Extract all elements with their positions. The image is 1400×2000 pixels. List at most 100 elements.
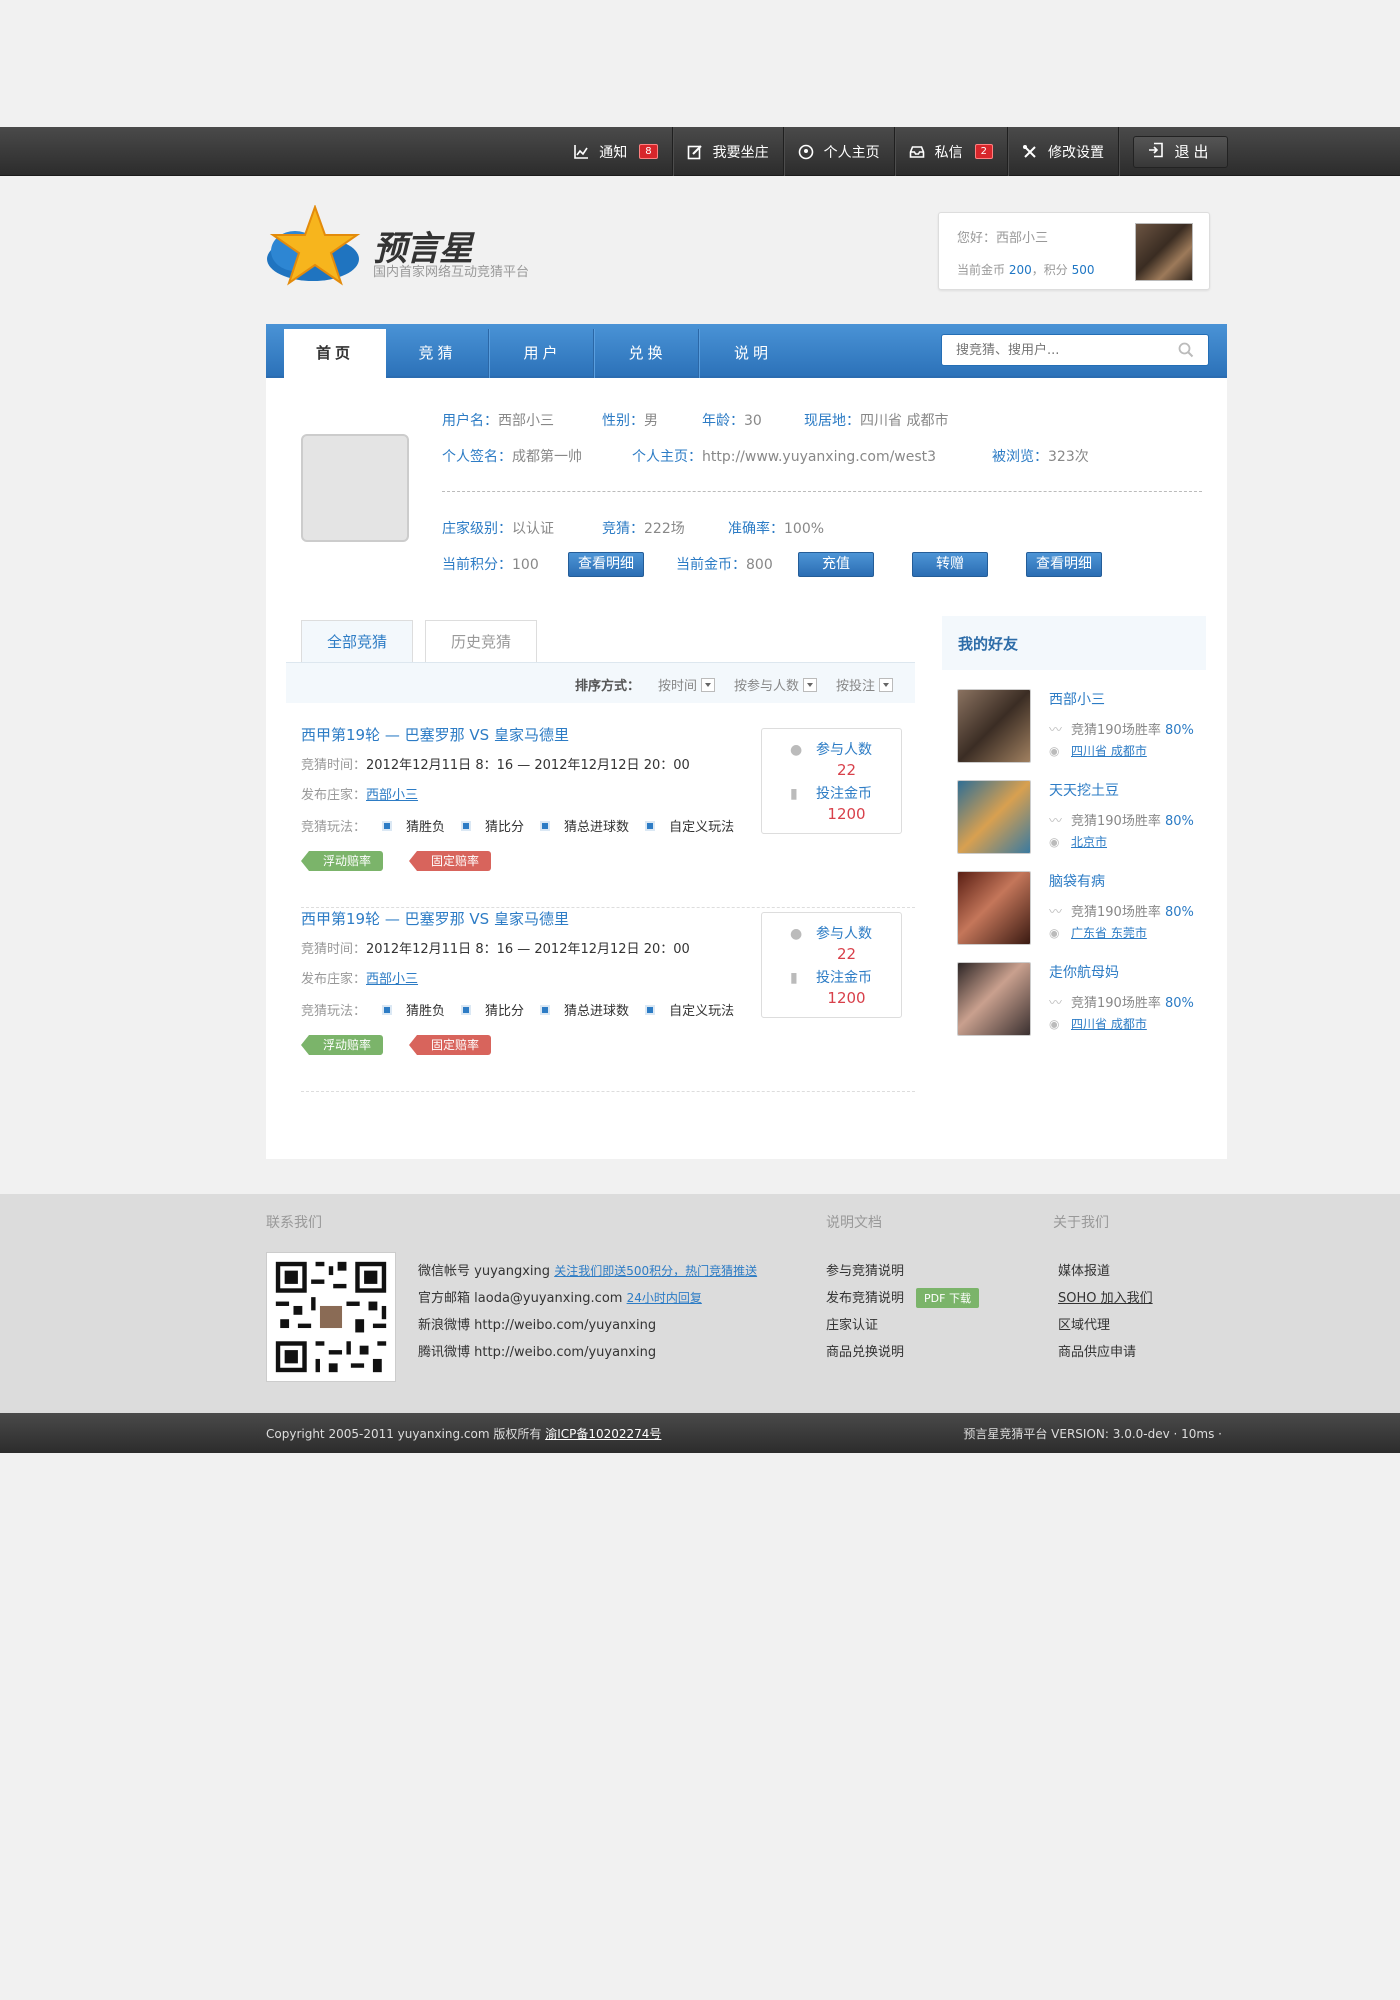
sort-by-bet[interactable]: 按投注 bbox=[836, 675, 894, 694]
user-icon: ● bbox=[790, 926, 803, 942]
tab-exchange[interactable]: 兑换 bbox=[597, 329, 699, 378]
friend-location[interactable]: ◉ 北京市 bbox=[1049, 833, 1107, 850]
pdf-download-button[interactable]: PDF 下载 bbox=[916, 1288, 979, 1308]
icp-link[interactable]: 渝ICP备10202274号 bbox=[545, 1427, 661, 1441]
friend-name[interactable]: 西部小三 bbox=[1049, 689, 1105, 709]
doc-link[interactable]: 参与竞猜说明 bbox=[826, 1260, 904, 1279]
play-option: 自定义玩法 bbox=[645, 816, 734, 835]
sort-bar: 排序方式： 按时间 按参与人数 按投注 bbox=[286, 662, 915, 703]
friend-item[interactable]: 脑袋有病 〰竞猜190场胜率 80% ◉ 广东省 东莞市 bbox=[957, 871, 1207, 945]
tab-home[interactable]: 首页 bbox=[284, 329, 386, 380]
sort-by-time[interactable]: 按时间 bbox=[658, 675, 716, 694]
search-icon[interactable] bbox=[1178, 342, 1194, 358]
site-logo[interactable]: 预言星 国内首家网络互动竞猜平台 bbox=[265, 204, 565, 287]
friend-name[interactable]: 脑袋有病 bbox=[1049, 871, 1105, 891]
play-option: 猜总进球数 bbox=[540, 816, 629, 835]
recharge-button[interactable]: 充值 bbox=[798, 552, 874, 577]
homepage-link[interactable]: 个人主页 bbox=[784, 127, 895, 176]
friend-item[interactable]: 西部小三 〰竞猜190场胜率 80% ◉ 四川省 成都市 bbox=[957, 689, 1207, 763]
version-text: 预言星竞猜平台 VERSION: 3.0.0-dev · 10ms · bbox=[963, 1427, 1222, 1441]
message-link[interactable]: 私信 2 bbox=[895, 127, 1008, 176]
profile-coins: 当前金币：800 bbox=[676, 557, 773, 573]
settings-label: 修改设置 bbox=[1048, 144, 1104, 161]
host-link[interactable]: 我要坐庄 bbox=[673, 127, 784, 176]
footer-docs-title: 说明文档 bbox=[826, 1215, 882, 1231]
about-link[interactable]: SOHO 加入我们 bbox=[1058, 1287, 1153, 1306]
friend-name[interactable]: 走你航母妈 bbox=[1049, 962, 1119, 982]
logo-star-icon bbox=[267, 204, 361, 286]
trend-icon: 〰 bbox=[1049, 905, 1063, 920]
doc-link[interactable]: 商品兑换说明 bbox=[826, 1341, 904, 1360]
friend-avatar[interactable] bbox=[957, 780, 1031, 854]
profile-photo bbox=[301, 434, 409, 542]
location-pin-icon: ◉ bbox=[1049, 835, 1060, 849]
doc-link[interactable]: 庄家认证 bbox=[826, 1314, 878, 1333]
sort-by-participants[interactable]: 按参与人数 bbox=[734, 675, 818, 694]
float-odds-tag: 浮动赔率 bbox=[301, 1035, 384, 1055]
dropdown-arrow-icon bbox=[803, 678, 818, 692]
about-link[interactable]: 区域代理 bbox=[1058, 1314, 1110, 1333]
friend-avatar[interactable] bbox=[957, 962, 1031, 1036]
about-link[interactable]: 商品供应申请 bbox=[1058, 1341, 1136, 1360]
about-link[interactable]: 媒体报道 bbox=[1058, 1260, 1110, 1279]
match-title[interactable]: 西甲第19轮 — 巴塞罗那 VS 皇家马德里 bbox=[301, 908, 569, 929]
participants-label: ● 参与人数 bbox=[790, 926, 872, 942]
sina-weibo-row[interactable]: 新浪微博 http://weibo.com/yuyanxing bbox=[418, 1314, 656, 1333]
tab-all-guess[interactable]: 全部竞猜 bbox=[301, 620, 413, 663]
coins-detail-button[interactable]: 查看明细 bbox=[1026, 552, 1102, 577]
search-input[interactable] bbox=[942, 335, 1162, 365]
user-balance: 当前金币 200，积分 500 bbox=[957, 263, 1095, 277]
friend-item[interactable]: 天天挖土豆 〰竞猜190场胜率 80% ◉ 北京市 bbox=[957, 780, 1207, 854]
tab-history-guess[interactable]: 历史竞猜 bbox=[425, 620, 537, 662]
settings-link[interactable]: 修改设置 bbox=[1008, 127, 1119, 176]
bet-label: ▮ 投注金币 bbox=[790, 786, 872, 802]
host-link[interactable]: 西部小三 bbox=[366, 788, 418, 803]
notice-link[interactable]: 通知 8 bbox=[559, 127, 673, 176]
copyright-text: Copyright 2005-2011 yuyanxing.com 版权所有 渝… bbox=[266, 1427, 662, 1441]
email-reply-link[interactable]: 24小时内回复 bbox=[627, 1291, 702, 1305]
friend-location[interactable]: ◉ 四川省 成都市 bbox=[1049, 1015, 1147, 1032]
tab-guess[interactable]: 竞猜 bbox=[387, 329, 489, 378]
match-title[interactable]: 西甲第19轮 — 巴塞罗那 VS 皇家马德里 bbox=[301, 724, 569, 745]
wechat-promo-link[interactable]: 关注我们即送500积分，热门竞猜推送 bbox=[554, 1264, 757, 1278]
match-host: 发布庄家：西部小三 bbox=[301, 788, 419, 803]
transfer-button[interactable]: 转赠 bbox=[912, 552, 988, 577]
friend-avatar[interactable] bbox=[957, 871, 1031, 945]
notice-label: 通知 bbox=[599, 144, 628, 161]
play-option: 猜胜负 bbox=[382, 1000, 445, 1019]
points-detail-button[interactable]: 查看明细 bbox=[568, 552, 644, 577]
friend-name[interactable]: 天天挖土豆 bbox=[1049, 780, 1119, 800]
friend-item[interactable]: 走你航母妈 〰竞猜190场胜率 80% ◉ 四川省 成都市 bbox=[957, 962, 1207, 1036]
message-label: 私信 bbox=[934, 144, 963, 161]
tab-users[interactable]: 用户 bbox=[492, 329, 594, 378]
friend-location[interactable]: ◉ 广东省 东莞市 bbox=[1049, 924, 1147, 941]
logout-icon bbox=[1148, 142, 1164, 162]
participants-count: 22 bbox=[836, 945, 857, 963]
homepage-label: 个人主页 bbox=[823, 144, 880, 161]
location-pin-icon: ◉ bbox=[1049, 926, 1060, 940]
profile-views: 被浏览：323次 bbox=[992, 449, 1089, 465]
host-link[interactable]: 西部小三 bbox=[366, 972, 418, 987]
edit-icon bbox=[687, 144, 703, 160]
play-option: 自定义玩法 bbox=[645, 1000, 734, 1019]
doc-link[interactable]: 发布竞猜说明 PDF 下载 bbox=[826, 1287, 979, 1308]
play-option: 猜总进球数 bbox=[540, 1000, 629, 1019]
profile-points: 当前积分：100 bbox=[442, 557, 539, 573]
chart-icon bbox=[573, 144, 589, 160]
avatar[interactable] bbox=[1135, 223, 1193, 281]
friend-location[interactable]: ◉ 四川省 成都市 bbox=[1049, 742, 1147, 759]
brand-slogan: 国内首家网络互动竞猜平台 bbox=[373, 265, 530, 280]
match-host: 发布庄家：西部小三 bbox=[301, 972, 419, 987]
friend-stat: 〰竞猜190场胜率 80% bbox=[1049, 992, 1194, 1011]
profile-accuracy: 准确率：100% bbox=[728, 521, 825, 537]
friend-avatar[interactable] bbox=[957, 689, 1031, 763]
bet-amount: 1200 bbox=[827, 805, 866, 823]
qr-code bbox=[266, 1252, 396, 1382]
friend-stat: 〰竞猜190场胜率 80% bbox=[1049, 901, 1194, 920]
fixed-odds-tag: 固定赔率 bbox=[409, 851, 492, 871]
match-time: 竞猜时间：2012年12月11日 8：16 — 2012年12月12日 20：0… bbox=[301, 942, 690, 957]
tencent-weibo-row[interactable]: 腾讯微博 http://weibo.com/yuyanxing bbox=[418, 1341, 656, 1360]
tab-help[interactable]: 说明 bbox=[702, 329, 804, 378]
participants-count: 22 bbox=[836, 761, 857, 779]
logout-button[interactable]: 退出 bbox=[1133, 135, 1228, 168]
